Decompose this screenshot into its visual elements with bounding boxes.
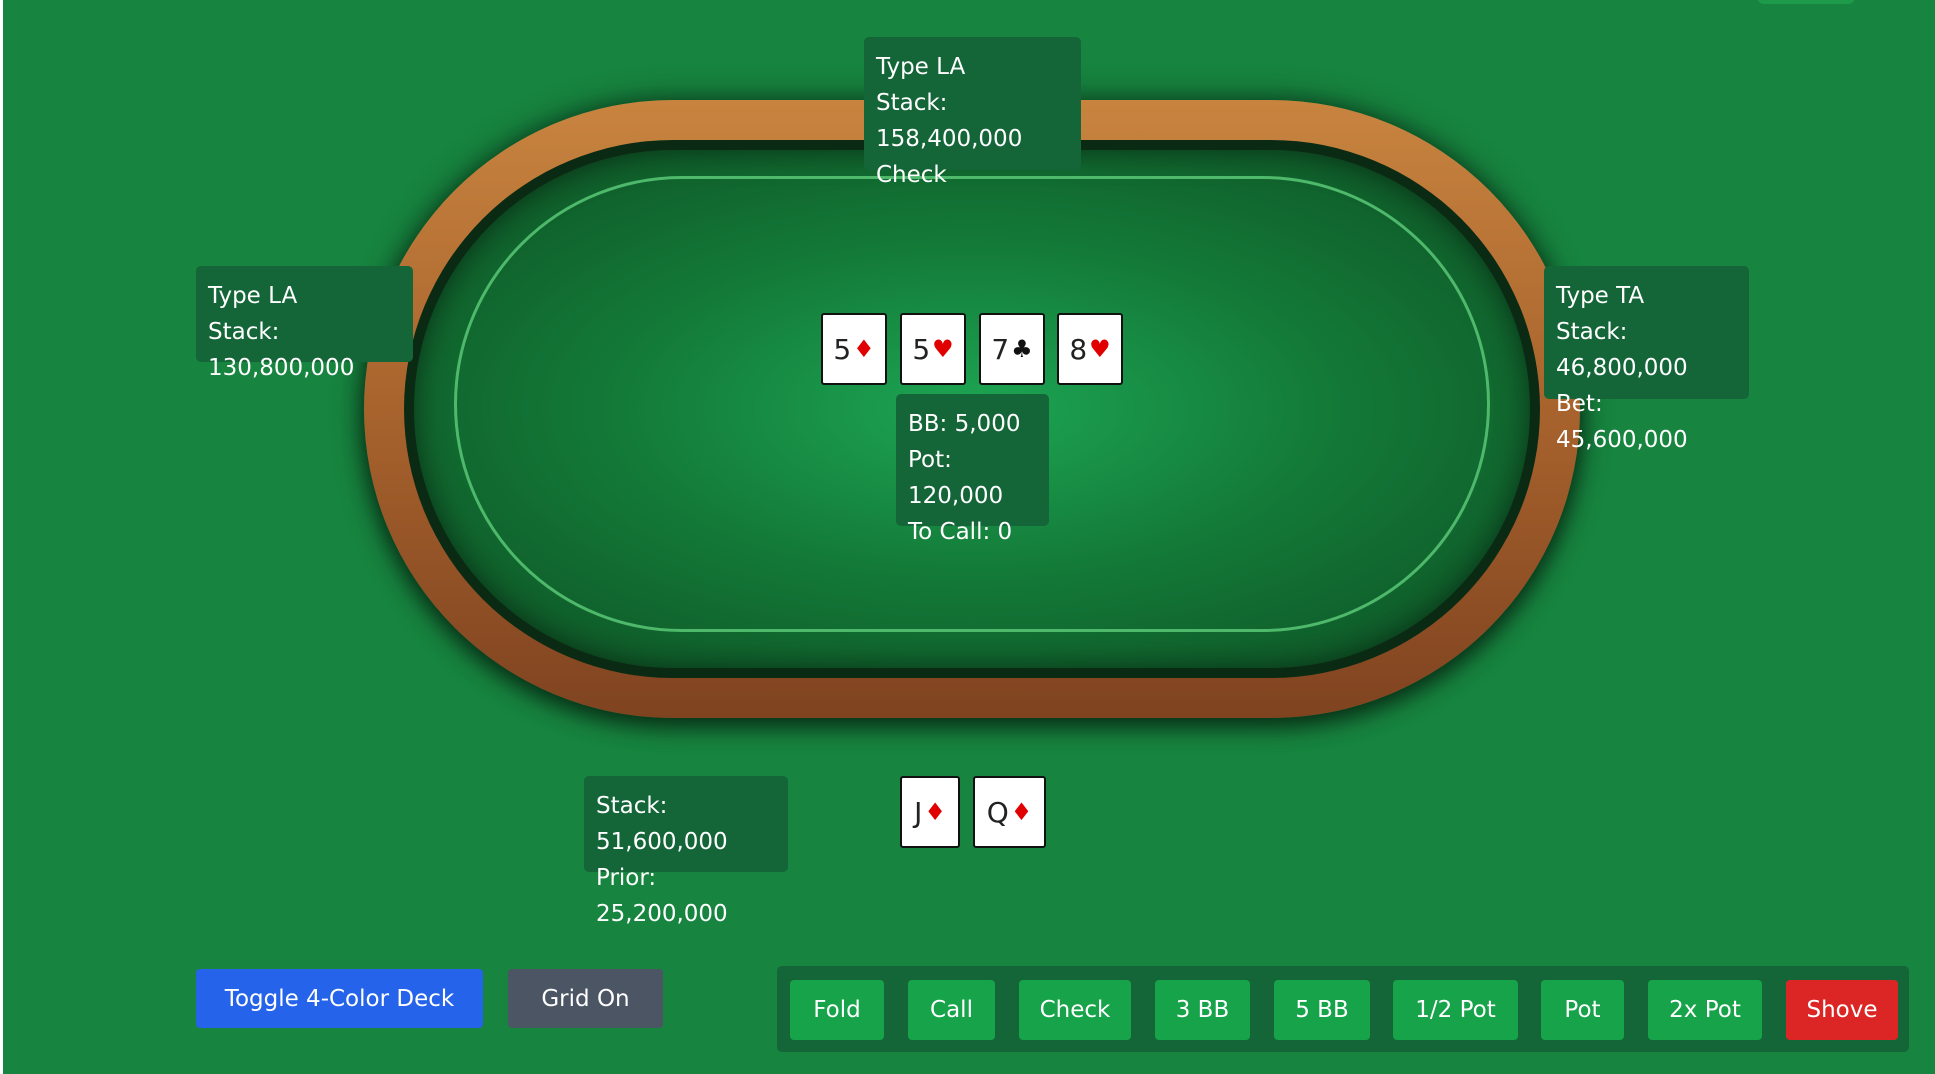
heart-icon: ♥ <box>1089 335 1111 363</box>
board-card: 5 ♥ <box>900 313 966 385</box>
player-top-type: Type LA <box>876 54 966 80</box>
player-left-info: Type LA Stack: 130,800,000 <box>196 266 413 381</box>
diamond-icon: ♦ <box>1010 798 1033 826</box>
half-pot-button[interactable]: 1/2 Pot <box>1393 980 1518 1040</box>
5bb-button[interactable]: 5 BB <box>1274 980 1370 1040</box>
top-control-partial[interactable] <box>1757 0 1855 4</box>
player-top-stack: Stack: 158,400,000 <box>876 90 1023 152</box>
player-top-action: Check <box>876 162 947 188</box>
player-left-stack: Stack: 130,800,000 <box>208 319 355 381</box>
shove-button[interactable]: Shove <box>1786 980 1898 1040</box>
pot-amount: Pot: 120,000 <box>908 447 1004 509</box>
check-button[interactable]: Check <box>1019 980 1131 1040</box>
board-card: 8 ♥ <box>1057 313 1123 385</box>
player-left-type: Type LA <box>208 283 298 309</box>
grid-toggle-button[interactable]: Grid On <box>508 969 663 1028</box>
2x-pot-button[interactable]: 2x Pot <box>1648 980 1762 1040</box>
diamond-icon: ♦ <box>924 798 946 826</box>
3bb-button[interactable]: 3 BB <box>1155 980 1250 1040</box>
player-right-bet: Bet: 45,600,000 <box>1556 391 1688 453</box>
call-button[interactable]: Call <box>908 980 995 1040</box>
window-edge <box>0 0 3 1074</box>
toggle-4-color-deck-button[interactable]: Toggle 4-Color Deck <box>196 969 483 1028</box>
hole-card: Q ♦ <box>973 776 1046 848</box>
hole-card: J ♦ <box>900 776 960 848</box>
to-call-amount: To Call: 0 <box>908 519 1013 545</box>
player-right-info: Type TA Stack: 46,800,000 Bet: 45,600,00… <box>1544 266 1749 453</box>
board-card: 7 ♣ <box>979 313 1045 385</box>
diamond-icon: ♦ <box>853 335 875 363</box>
club-icon: ♣ <box>1011 335 1033 363</box>
board-card: 5 ♦ <box>821 313 887 385</box>
hero-prior: Prior: 25,200,000 <box>596 865 728 927</box>
heart-icon: ♥ <box>932 335 954 363</box>
player-right-stack: Stack: 46,800,000 <box>1556 319 1688 381</box>
big-blind-label: BB: 5,000 <box>908 411 1021 437</box>
pot-info: BB: 5,000 Pot: 120,000 To Call: 0 <box>896 394 1049 545</box>
hero-info: Stack: 51,600,000 Prior: 25,200,000 <box>584 776 788 927</box>
hero-stack: Stack: 51,600,000 <box>596 793 728 855</box>
fold-button[interactable]: Fold <box>790 980 884 1040</box>
player-top-info: Type LA Stack: 158,400,000 Check <box>864 37 1081 188</box>
pot-button[interactable]: Pot <box>1541 980 1624 1040</box>
player-right-type: Type TA <box>1556 283 1645 309</box>
